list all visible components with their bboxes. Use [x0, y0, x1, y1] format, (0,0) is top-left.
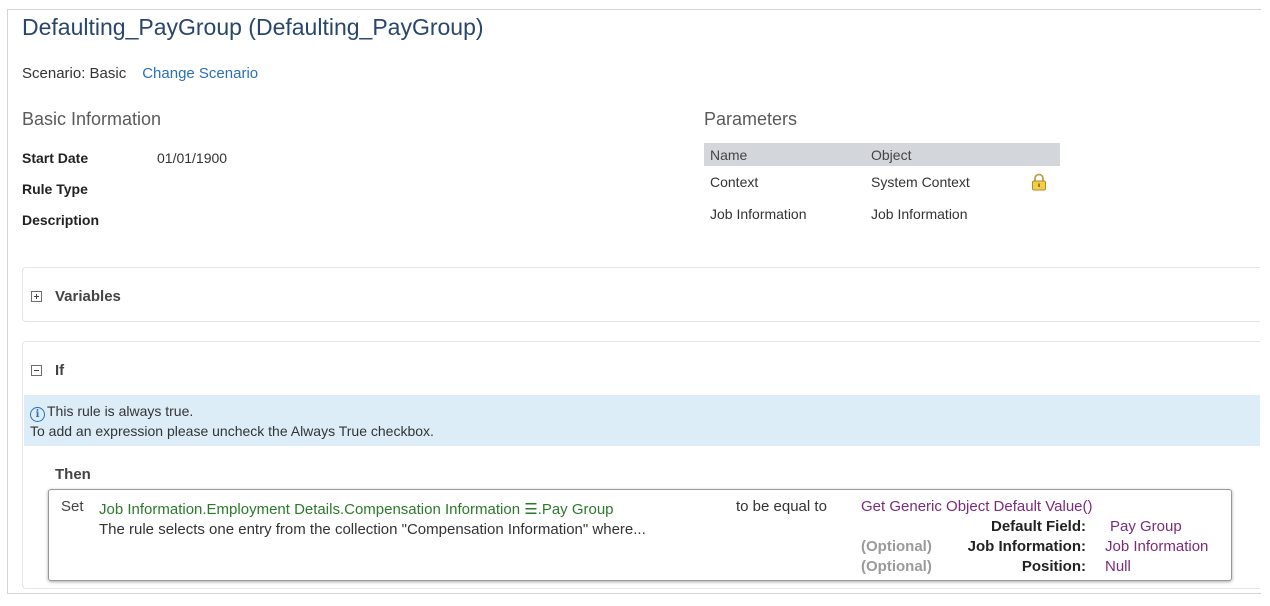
if-title[interactable]: If [55, 362, 64, 379]
arg-value-default-field[interactable]: Pay Group [1110, 518, 1182, 535]
column-header-object: Object [871, 146, 912, 163]
function-name[interactable]: Get Generic Object Default Value() [861, 498, 1093, 515]
parameters-table: Name Object Context System Context Job I… [704, 143, 1060, 230]
expand-plus-icon[interactable] [31, 291, 42, 302]
parameters-table-header: Name Object [704, 143, 1060, 166]
collection-description: The rule selects one entry from the coll… [99, 521, 646, 538]
arg-label-default-field: Default Field: [990, 518, 1086, 535]
optional-tag: (Optional) [861, 538, 932, 555]
variables-title[interactable]: Variables [55, 288, 121, 305]
parameter-name: Job Information [710, 206, 807, 222]
basic-information-heading: Basic Information [22, 109, 162, 129]
change-scenario-link[interactable]: Change Scenario [142, 65, 258, 82]
arg-label-job-information: Job Information: [967, 538, 1086, 555]
scenario-label: Scenario: Basic [22, 65, 127, 82]
notice-text-1: This rule is always true. [47, 403, 194, 419]
scenario-bar: Scenario: Basic Change Scenario [22, 65, 258, 82]
arg-value-job-information[interactable]: Job Information [1105, 538, 1208, 555]
rule-type-label: Rule Type [22, 181, 88, 197]
parameter-object: System Context [871, 174, 970, 190]
optional-tag: (Optional) [861, 558, 932, 575]
parameter-object: Job Information [871, 206, 968, 222]
operator-label: to be equal to [736, 498, 827, 515]
set-label: Set [61, 498, 84, 515]
info-icon: i [30, 407, 45, 422]
then-statement-box[interactable]: Set Job Information.Employment Details.C… [48, 489, 1232, 581]
table-row: Job Information Job Information [704, 198, 1060, 230]
parameters-heading: Parameters [704, 109, 798, 129]
variables-panel [22, 267, 1260, 322]
then-title: Then [55, 466, 91, 483]
target-field-path[interactable]: Job Information.Employment Details.Compe… [99, 500, 614, 518]
description-label: Description [22, 212, 100, 228]
arg-label-position: Position: [1021, 558, 1086, 575]
notice-text-2: To add an expression please uncheck the … [30, 423, 434, 439]
collapse-minus-icon[interactable] [31, 365, 42, 376]
lock-icon [1032, 173, 1046, 191]
start-date-label: Start Date [22, 150, 89, 166]
notice-line-1: i This rule is always true. [30, 403, 193, 422]
start-date-value: 01/01/1900 [157, 150, 228, 166]
always-true-notice: i This rule is always true. To add an exp… [24, 395, 1260, 446]
column-header-name: Name [710, 146, 748, 163]
arg-value-position[interactable]: Null [1105, 558, 1131, 575]
table-row: Context System Context [704, 166, 1060, 198]
page-title: Defaulting_PayGroup (Defaulting_PayGroup… [22, 14, 484, 40]
parameter-name: Context [710, 174, 759, 190]
